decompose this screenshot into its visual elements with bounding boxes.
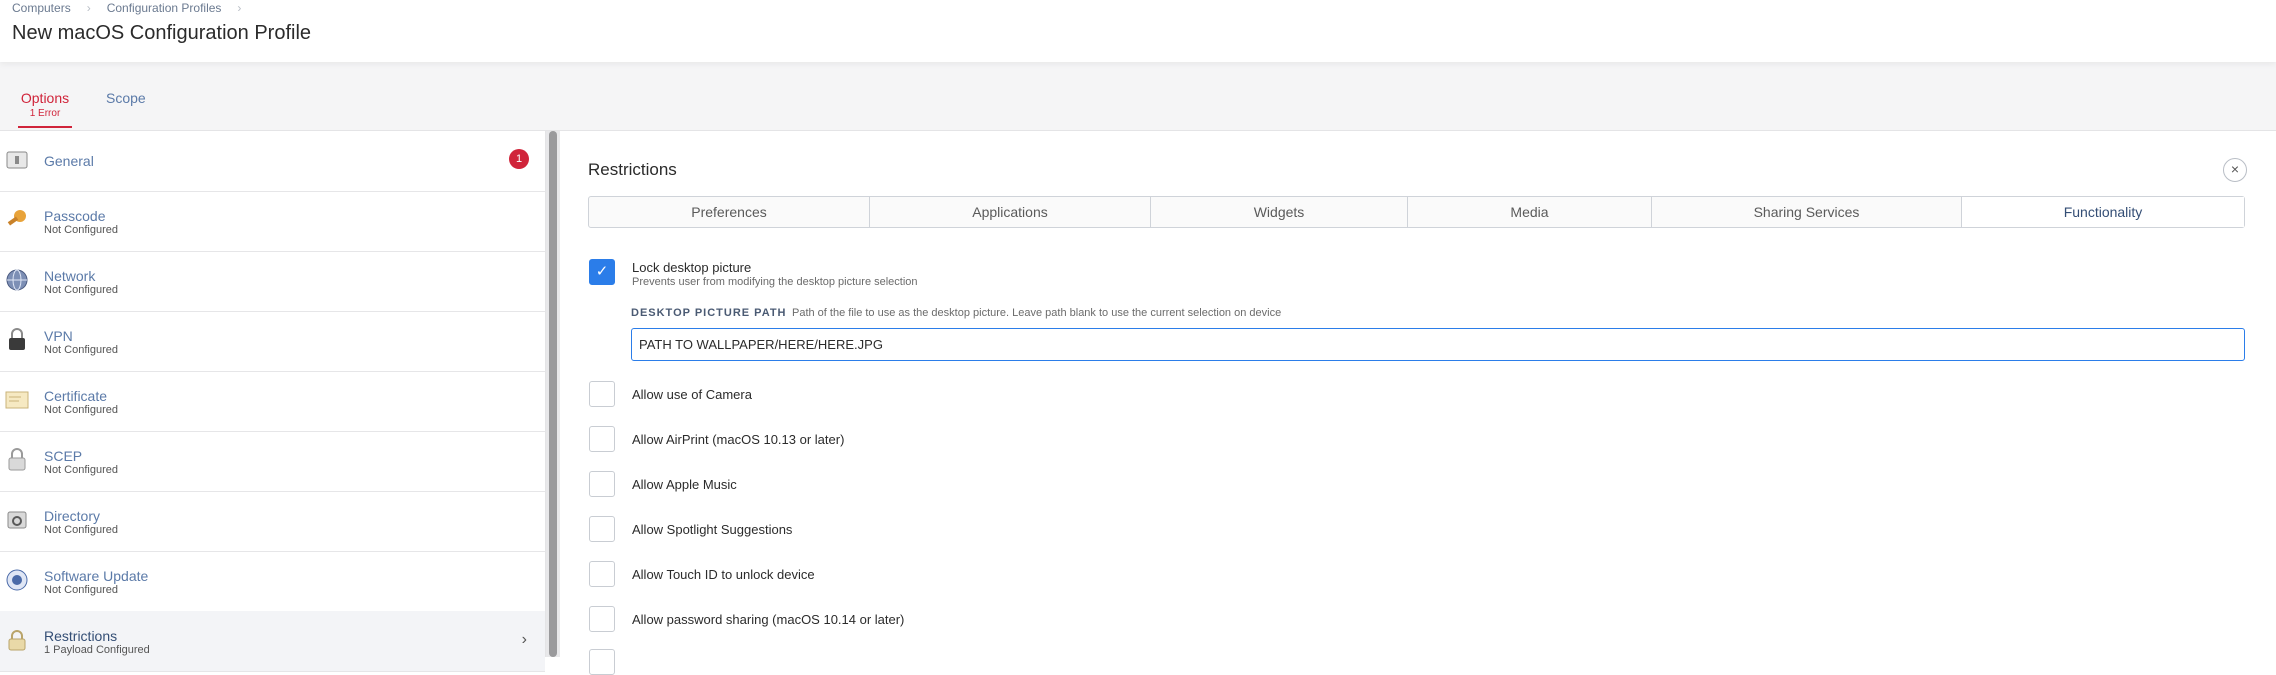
sidebar-item-label: Passcode [44,208,106,224]
sidebar-item-label: Directory [44,508,101,524]
sidebar-item-network[interactable]: Network Not Configured [0,251,545,312]
key-icon [4,207,30,233]
sidebar-item-label: General [44,153,94,169]
sidebar-item-label: Certificate [44,388,108,404]
sidebar-item-label: Network [44,268,96,284]
sidebar-item-status: Not Configured [44,224,118,236]
sidebar-item-label: SCEP [44,448,83,464]
allow-airprint-label: Allow AirPrint (macOS 10.13 or later) [632,432,845,447]
allow-password-sharing-label: Allow password sharing (macOS 10.14 or l… [632,612,905,627]
breadcrumb: Computers › Configuration Profiles › [12,0,257,16]
padlock-icon [4,447,30,473]
allow-touch-id-checkbox[interactable] [589,561,615,587]
close-icon[interactable]: × [2223,158,2247,182]
tab-options[interactable]: Options 1 Error [18,90,72,128]
general-icon [4,147,30,173]
tab-functionality[interactable]: Functionality [1962,197,2244,227]
sidebar-item-vpn[interactable]: VPN Not Configured [0,311,545,372]
tab-widgets[interactable]: Widgets [1151,197,1408,227]
payload-sidebar: General 1 Passcode Not Configured Networ… [0,131,546,672]
sidebar-item-status: Not Configured [44,524,118,536]
allow-touch-id-label: Allow Touch ID to unlock device [632,567,815,582]
sidebar-item-status: Not Configured [44,404,118,416]
sidebar-item-passcode[interactable]: Passcode Not Configured [0,191,545,252]
sidebar-item-general[interactable]: General 1 [0,131,545,192]
sidebar-item-scep[interactable]: SCEP Not Configured [0,431,545,492]
lock-desktop-label: Lock desktop picture [632,260,752,275]
sidebar-item-software-update[interactable]: Software Update Not Configured [0,551,545,612]
sidebar-item-certificate[interactable]: Certificate Not Configured [0,371,545,432]
breadcrumb-computers[interactable]: Computers [12,1,71,15]
software-update-icon [4,567,30,593]
allow-spotlight-checkbox[interactable] [589,516,615,542]
sidebar-item-status: 1 Payload Configured [44,644,150,656]
tab-preferences[interactable]: Preferences [589,197,870,227]
directory-icon [4,507,30,533]
sidebar-item-label: Software Update [44,568,149,584]
restrictions-segment-tabs: Preferences Applications Widgets Media S… [588,196,2245,228]
lock-icon [4,327,30,353]
sidebar-item-status: Not Configured [44,284,118,296]
tab-options-error-count: 1 Error [29,108,61,119]
tab-applications[interactable]: Applications [870,197,1151,227]
allow-camera-checkbox[interactable] [589,381,615,407]
sidebar-item-status: Not Configured [44,464,118,476]
sidebar-item-status: Not Configured [44,344,118,356]
page-title: New macOS Configuration Profile [12,22,312,44]
certificate-icon [4,387,30,413]
section-title: Restrictions [588,160,677,179]
breadcrumb-configuration-profiles[interactable]: Configuration Profiles [107,1,222,15]
allow-apple-music-checkbox[interactable] [589,471,615,497]
breadcrumb-separator-icon: › [86,1,91,15]
allow-airprint-checkbox[interactable] [589,426,615,452]
sidebar-item-status: Not Configured [44,584,118,596]
tab-bar: Options 1 Error Scope [0,62,2276,131]
next-option-checkbox[interactable] [589,649,615,675]
lock-desktop-description: Prevents user from modifying the desktop… [632,276,918,288]
sidebar-item-directory[interactable]: Directory Not Configured [0,491,545,552]
sidebar-scrollbar-thumb[interactable] [549,131,557,657]
allow-camera-label: Allow use of Camera [632,387,752,402]
tab-scope[interactable]: Scope [106,90,146,106]
allow-apple-music-label: Allow Apple Music [632,477,737,492]
desktop-path-input[interactable] [631,328,2245,361]
allow-spotlight-label: Allow Spotlight Suggestions [632,522,793,537]
tab-active-underline [18,126,72,128]
tab-options-label: Options [20,90,70,106]
chevron-right-icon: › [521,631,527,648]
tab-sharing-services[interactable]: Sharing Services [1652,197,1962,227]
tab-media[interactable]: Media [1408,197,1652,227]
payload-editor: Restrictions × Preferences Applications … [561,131,2276,675]
page-header: Computers › Configuration Profiles › New… [0,0,2276,62]
lock-desktop-checkbox[interactable]: ✓ [589,259,615,285]
sidebar-item-label: VPN [44,328,73,344]
globe-icon [4,267,30,293]
desktop-path-label: DESKTOP PICTURE PATH [631,307,787,319]
sidebar-scrollbar[interactable] [546,131,560,657]
sidebar-item-label: Restrictions [44,628,118,644]
allow-password-sharing-checkbox[interactable] [589,606,615,632]
sidebar-item-restrictions[interactable]: Restrictions 1 Payload Configured › [0,611,545,672]
breadcrumb-separator-icon: › [237,1,242,15]
desktop-path-help: Path of the file to use as the desktop p… [792,307,1282,319]
error-badge: 1 [509,149,529,169]
restrictions-icon [4,627,30,653]
